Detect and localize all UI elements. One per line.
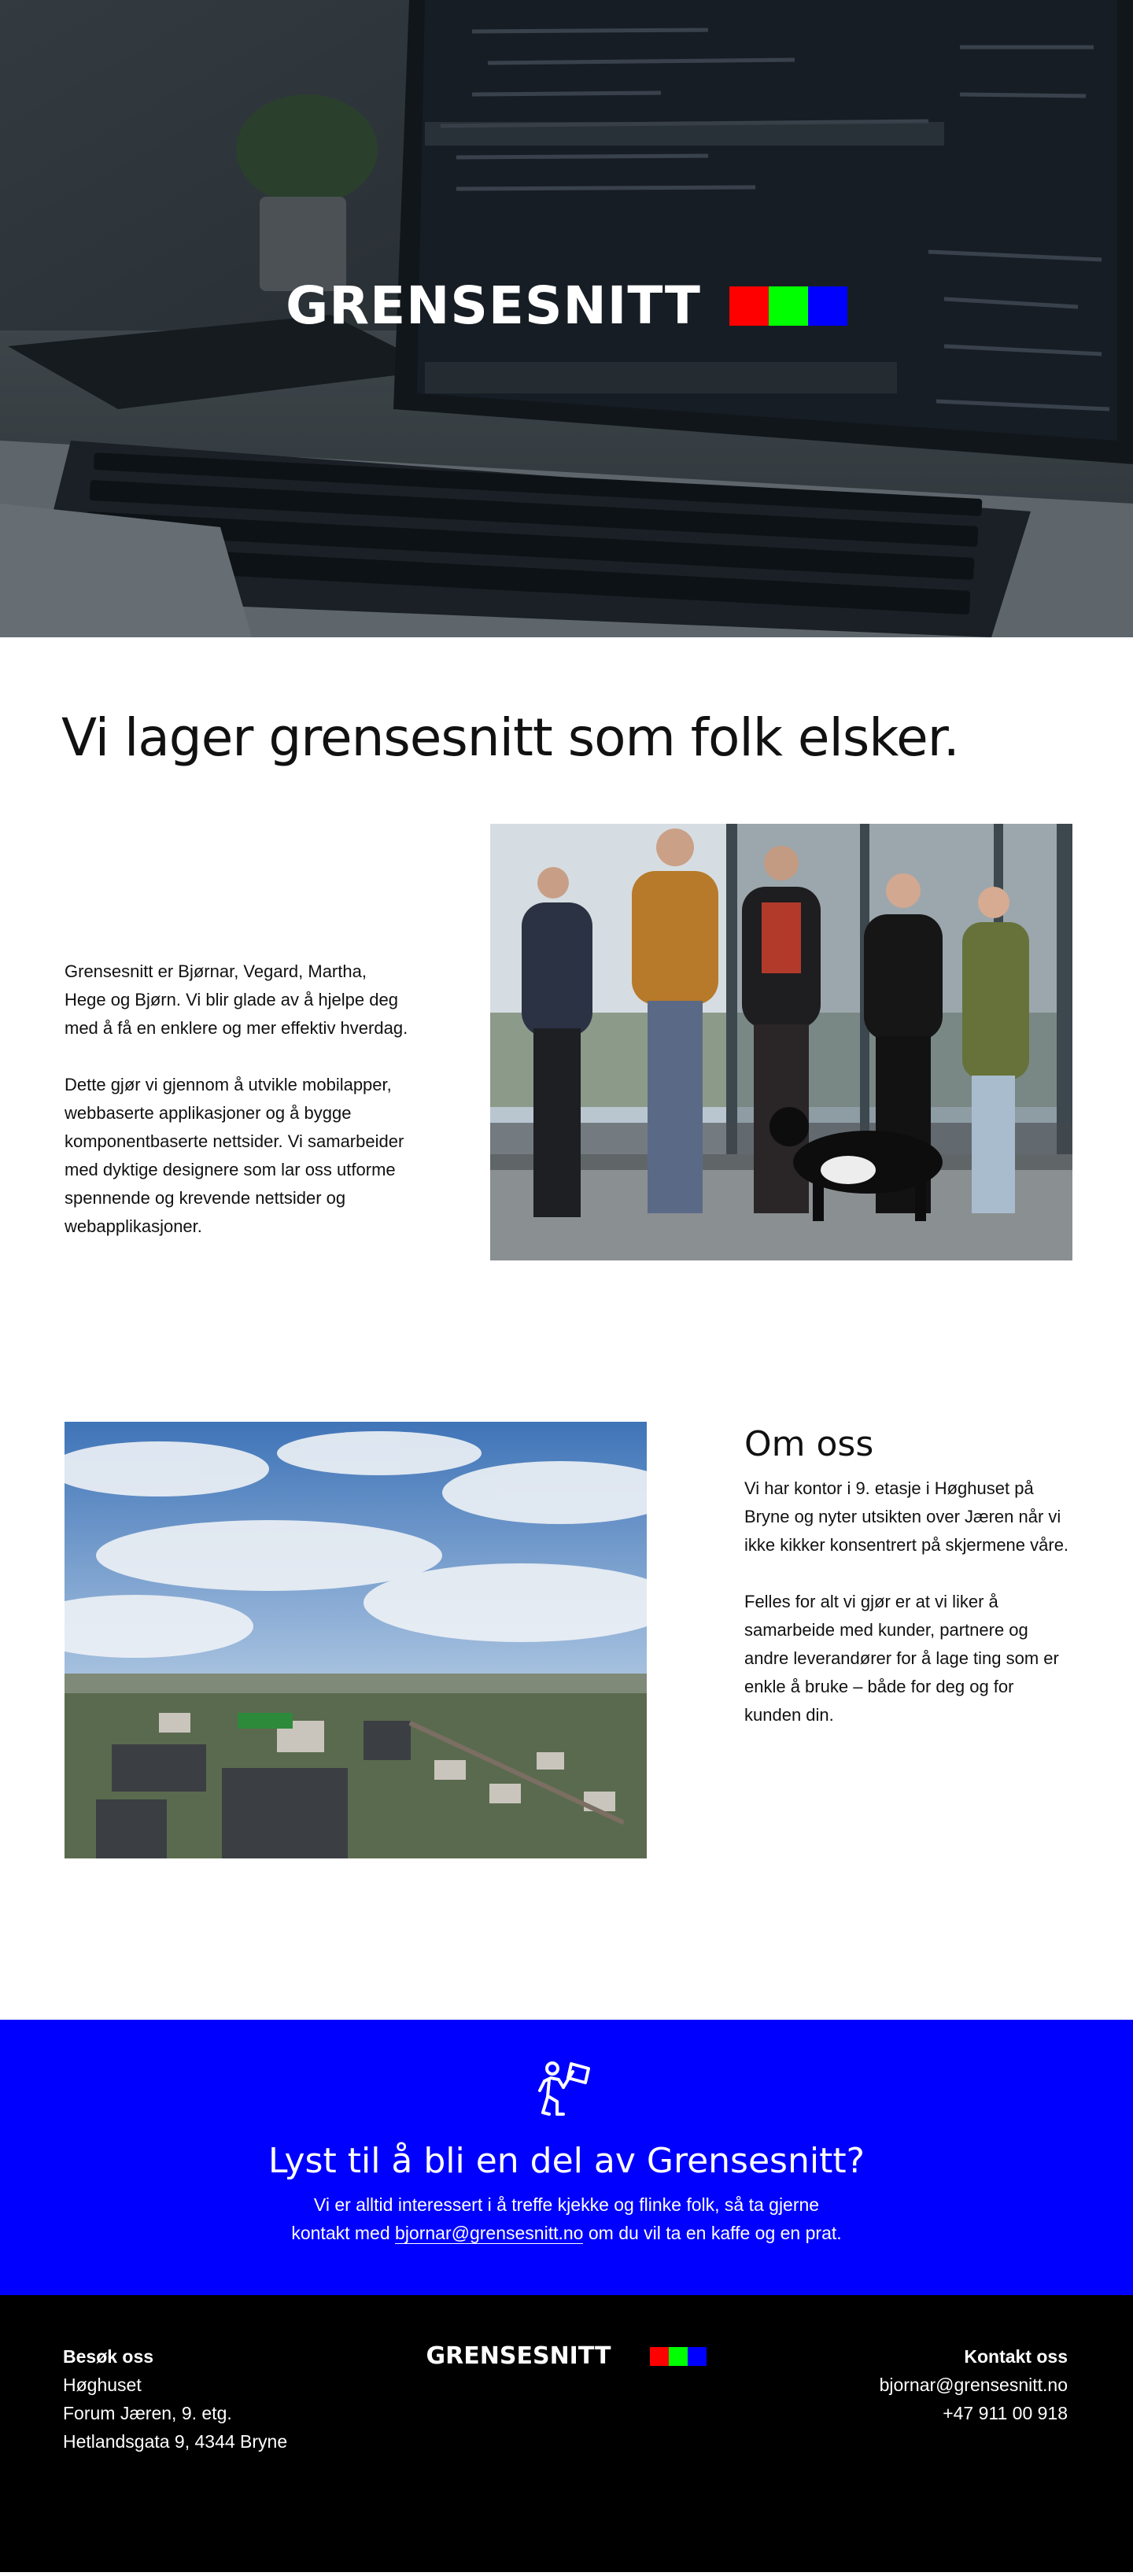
blue-square [688, 2347, 707, 2367]
about-text: Om oss Vi har kontor i 9. etasje i Høghu… [744, 1422, 1075, 1729]
cta-title: Lyst til å bli en del av Grensesnitt? [268, 2141, 865, 2182]
team-row: Grensesnitt er Bjørnar, Vegard, Martha, … [61, 824, 1072, 1264]
about-paragraph-1: Vi har kontor i 9. etasje i Høghuset på … [744, 1478, 1069, 1556]
footer-address-line: Hetlandsgata 9, 4344 Bryne [63, 2431, 288, 2452]
footer-contact-heading: Kontakt oss [964, 2346, 1068, 2367]
team-photo [490, 824, 1072, 1261]
rgb-logo-mark [650, 2347, 707, 2367]
footer-email-link[interactable]: bjornar@grensesnitt.no [880, 2371, 1068, 2399]
team-paragraph-2: Dette gjør vi gjennom å utvikle mobilapp… [65, 1075, 404, 1237]
cta-text: Vi er alltid interessert i å treffe kjek… [291, 2190, 842, 2247]
footer-phone-link[interactable]: +47 911 00 918 [880, 2399, 1068, 2427]
site-footer: Besøk oss Høghuset Forum Jæren, 9. etg. … [0, 2295, 1133, 2573]
about-title: Om oss [744, 1424, 874, 1465]
cta-text-line-1: Vi er alltid interessert i å treffe kjek… [313, 2194, 820, 2216]
hero-logo: GRENSESNITT [0, 275, 1133, 336]
cta-email-link[interactable]: bjornar@grensesnitt.no [395, 2223, 584, 2245]
join-us-banner: Lyst til å bli en del av Grensesnitt? Vi… [0, 2020, 1133, 2296]
about-row: Om oss Vi har kontor i 9. etasje i Høghu… [61, 1422, 1072, 1862]
footer-contact: Kontakt oss bjornar@grensesnitt.no +47 9… [880, 2342, 1068, 2427]
green-square [768, 286, 808, 326]
red-square [729, 286, 769, 326]
intro-section: Vi lager grensesnitt som folk elsker. Gr… [0, 707, 1133, 1862]
rgb-logo-mark [729, 286, 847, 326]
footer-logo-text: GRENSESNITT [426, 2342, 611, 2371]
footer-address-line: Forum Jæren, 9. etg. [63, 2403, 232, 2424]
team-text: Grensesnitt er Bjørnar, Vegard, Martha, … [65, 958, 411, 1241]
team-paragraph-1: Grensesnitt er Bjørnar, Vegard, Martha, … [65, 961, 408, 1039]
hero-banner: GRENSESNITT [0, 0, 1133, 637]
person-with-flag-icon [538, 2061, 590, 2117]
about-paragraph-2: Felles for alt vi gjør er at vi liker å … [744, 1592, 1059, 1725]
cta-text-suffix: om du vil ta en kaffe og en prat. [583, 2223, 842, 2244]
footer-address-line: Høghuset [63, 2375, 142, 2396]
cta-text-prefix: kontakt med [291, 2223, 396, 2244]
city-view-photo [65, 1422, 647, 1859]
blue-square [807, 286, 847, 326]
page-headline: Vi lager grensesnitt som folk elsker. [61, 707, 960, 768]
red-square [650, 2347, 670, 2367]
hero-logo-text: GRENSESNITT [286, 275, 701, 336]
green-square [669, 2347, 688, 2367]
